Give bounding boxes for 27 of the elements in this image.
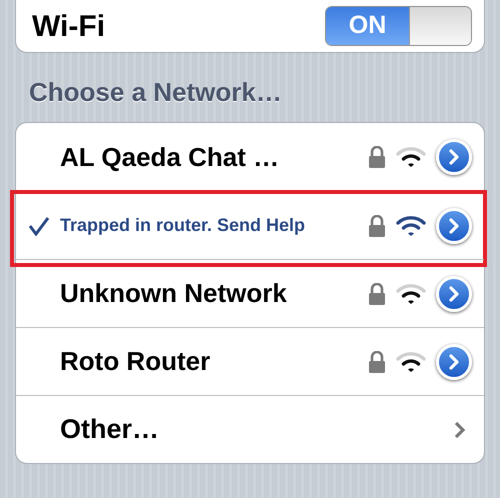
chevron-right-icon: [447, 218, 461, 234]
wifi-signal-icon: [396, 146, 426, 168]
chevron-right-icon: [454, 420, 466, 438]
lock-icon: [368, 350, 386, 372]
lock-icon: [368, 214, 386, 236]
checkmark-icon: [28, 216, 50, 236]
network-name: Unknown Network: [60, 277, 288, 310]
network-row[interactable]: AL Qaeda Chat …: [16, 123, 484, 191]
chevron-right-icon: [447, 354, 461, 370]
wifi-signal-icon: [396, 282, 426, 304]
lock-icon: [368, 146, 386, 168]
detail-disclosure-button[interactable]: [436, 139, 472, 175]
other-network-row[interactable]: Other…: [16, 395, 484, 463]
section-title: Choose a Network…: [29, 76, 282, 109]
chevron-right-icon: [447, 149, 461, 165]
network-name: AL Qaeda Chat …: [60, 140, 280, 174]
lock-icon: [368, 282, 386, 304]
network-row[interactable]: Trapped in router. Send Help: [16, 191, 484, 259]
chevron-right-icon: [447, 286, 461, 302]
wifi-signal-icon: [396, 350, 426, 372]
network-name: Roto Router: [60, 345, 212, 378]
wifi-label: Wi-Fi: [32, 8, 106, 44]
wifi-signal-icon: [396, 214, 426, 236]
network-row[interactable]: Unknown Network: [16, 259, 484, 327]
network-row[interactable]: Roto Router: [16, 327, 484, 395]
network-name: Other…: [60, 413, 160, 446]
network-name: Trapped in router. Send Help: [60, 214, 306, 237]
